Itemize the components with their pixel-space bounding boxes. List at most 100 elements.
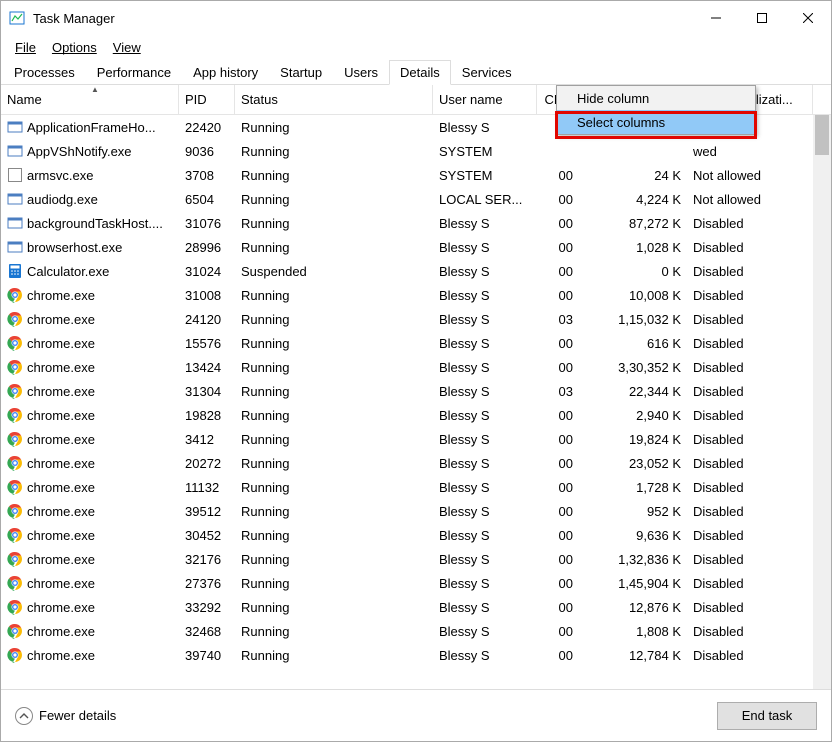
cell-status: Running xyxy=(235,403,433,427)
cell-mem: 87,272 K xyxy=(579,211,687,235)
process-name-text: chrome.exe xyxy=(27,648,95,663)
cell-uac: Disabled xyxy=(687,283,813,307)
cell-mem: 10,008 K xyxy=(579,283,687,307)
cell-name: chrome.exe xyxy=(1,499,179,523)
process-name-text: chrome.exe xyxy=(27,336,95,351)
close-button[interactable] xyxy=(785,1,831,35)
cell-cpu: 00 xyxy=(537,427,579,451)
cell-cpu: 00 xyxy=(537,595,579,619)
tab-users[interactable]: Users xyxy=(333,60,389,85)
table-row[interactable]: chrome.exe3412RunningBlessy S0019,824 KD… xyxy=(1,427,831,451)
cell-uac: Disabled xyxy=(687,475,813,499)
process-icon xyxy=(7,143,23,159)
cell-pid: 9036 xyxy=(179,139,235,163)
table-row[interactable]: chrome.exe33292RunningBlessy S0012,876 K… xyxy=(1,595,831,619)
vertical-scrollbar[interactable] xyxy=(813,115,831,689)
table-row[interactable]: chrome.exe39512RunningBlessy S00952 KDis… xyxy=(1,499,831,523)
process-icon xyxy=(7,527,23,543)
cell-name: chrome.exe xyxy=(1,403,179,427)
cell-uac: Disabled xyxy=(687,595,813,619)
tab-services[interactable]: Services xyxy=(451,60,523,85)
col-header-status[interactable]: Status xyxy=(235,85,433,114)
tab-app-history[interactable]: App history xyxy=(182,60,269,85)
cell-cpu: 00 xyxy=(537,163,579,187)
cell-status: Running xyxy=(235,355,433,379)
tab-performance[interactable]: Performance xyxy=(86,60,182,85)
cell-mem: 2,940 K xyxy=(579,403,687,427)
menubar: File Options View xyxy=(1,35,831,59)
cell-name: chrome.exe xyxy=(1,475,179,499)
menu-file[interactable]: File xyxy=(7,38,44,57)
cell-user: SYSTEM xyxy=(433,163,537,187)
cell-cpu: 00 xyxy=(537,643,579,667)
table-row[interactable]: chrome.exe15576RunningBlessy S00616 KDis… xyxy=(1,331,831,355)
table-row[interactable]: chrome.exe32468RunningBlessy S001,808 KD… xyxy=(1,619,831,643)
table-row[interactable]: audiodg.exe6504RunningLOCAL SER...004,22… xyxy=(1,187,831,211)
table-row[interactable]: Calculator.exe31024SuspendedBlessy S000 … xyxy=(1,259,831,283)
cell-mem: 24 K xyxy=(579,163,687,187)
ctx-select-columns[interactable]: Select columns xyxy=(557,110,755,134)
table-row[interactable]: browserhost.exe28996RunningBlessy S001,0… xyxy=(1,235,831,259)
cell-user: LOCAL SER... xyxy=(433,187,537,211)
process-icon xyxy=(7,263,23,279)
tab-details[interactable]: Details xyxy=(389,60,451,85)
process-name-text: chrome.exe xyxy=(27,456,95,471)
titlebar[interactable]: Task Manager xyxy=(1,1,831,35)
process-name-text: backgroundTaskHost.... xyxy=(27,216,163,231)
process-icon xyxy=(7,647,23,663)
table-row[interactable]: backgroundTaskHost....31076RunningBlessy… xyxy=(1,211,831,235)
minimize-button[interactable] xyxy=(693,1,739,35)
menu-options[interactable]: Options xyxy=(44,38,105,57)
fewer-details-toggle[interactable]: Fewer details xyxy=(15,707,116,725)
col-header-pid[interactable]: PID xyxy=(179,85,235,114)
details-table: Name ▲ PID Status User name CPU Memory (… xyxy=(1,85,831,689)
process-name-text: chrome.exe xyxy=(27,384,95,399)
end-task-button[interactable]: End task xyxy=(717,702,817,730)
table-row[interactable]: chrome.exe19828RunningBlessy S002,940 KD… xyxy=(1,403,831,427)
table-row[interactable]: chrome.exe13424RunningBlessy S003,30,352… xyxy=(1,355,831,379)
process-icon xyxy=(7,623,23,639)
table-row[interactable]: armsvc.exe3708RunningSYSTEM0024 KNot all… xyxy=(1,163,831,187)
column-context-menu: Hide column Select columns xyxy=(556,85,756,135)
col-header-name[interactable]: Name ▲ xyxy=(1,85,179,114)
table-row[interactable]: chrome.exe39740RunningBlessy S0012,784 K… xyxy=(1,643,831,667)
table-row[interactable]: chrome.exe31008RunningBlessy S0010,008 K… xyxy=(1,283,831,307)
ctx-hide-column[interactable]: Hide column xyxy=(557,86,755,110)
scrollbar-thumb[interactable] xyxy=(815,115,829,155)
cell-name: chrome.exe xyxy=(1,547,179,571)
cell-user: Blessy S xyxy=(433,307,537,331)
table-row[interactable]: chrome.exe30452RunningBlessy S009,636 KD… xyxy=(1,523,831,547)
cell-mem: 952 K xyxy=(579,499,687,523)
tab-startup[interactable]: Startup xyxy=(269,60,333,85)
cell-name: chrome.exe xyxy=(1,379,179,403)
cell-mem: 1,808 K xyxy=(579,619,687,643)
table-row[interactable]: AppVShNotify.exe9036RunningSYSTEMwed xyxy=(1,139,831,163)
table-row[interactable]: chrome.exe27376RunningBlessy S001,45,904… xyxy=(1,571,831,595)
table-row[interactable]: chrome.exe20272RunningBlessy S0023,052 K… xyxy=(1,451,831,475)
cell-name: chrome.exe xyxy=(1,595,179,619)
col-header-user[interactable]: User name xyxy=(433,85,537,114)
cell-uac: Disabled xyxy=(687,331,813,355)
cell-pid: 30452 xyxy=(179,523,235,547)
cell-status: Running xyxy=(235,307,433,331)
cell-cpu: 00 xyxy=(537,235,579,259)
process-icon xyxy=(7,335,23,351)
cell-uac: Disabled xyxy=(687,355,813,379)
cell-uac: Disabled xyxy=(687,259,813,283)
maximize-button[interactable] xyxy=(739,1,785,35)
process-name-text: chrome.exe xyxy=(27,576,95,591)
cell-pid: 33292 xyxy=(179,595,235,619)
tab-processes[interactable]: Processes xyxy=(3,60,86,85)
cell-user: Blessy S xyxy=(433,451,537,475)
table-row[interactable]: chrome.exe24120RunningBlessy S031,15,032… xyxy=(1,307,831,331)
cell-pid: 31024 xyxy=(179,259,235,283)
table-row[interactable]: chrome.exe11132RunningBlessy S001,728 KD… xyxy=(1,475,831,499)
process-icon xyxy=(7,455,23,471)
menu-view[interactable]: View xyxy=(105,38,149,57)
cell-name: chrome.exe xyxy=(1,283,179,307)
cell-uac: Disabled xyxy=(687,427,813,451)
table-row[interactable]: chrome.exe31304RunningBlessy S0322,344 K… xyxy=(1,379,831,403)
cell-name: chrome.exe xyxy=(1,619,179,643)
table-row[interactable]: chrome.exe32176RunningBlessy S001,32,836… xyxy=(1,547,831,571)
cell-pid: 20272 xyxy=(179,451,235,475)
